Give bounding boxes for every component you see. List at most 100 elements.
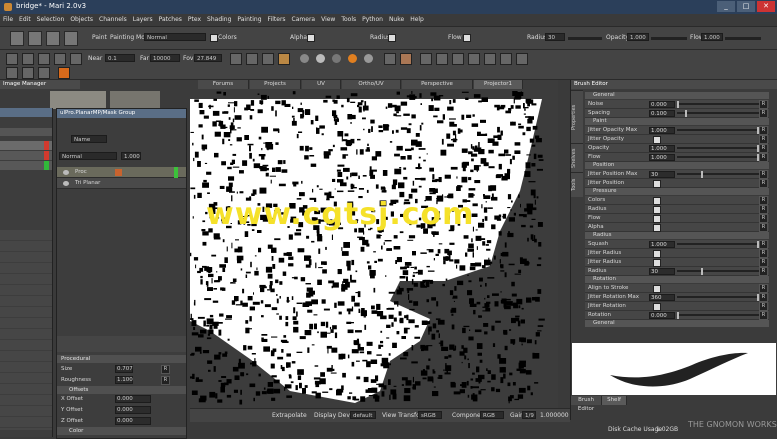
isolate-icon[interactable] [38, 67, 50, 79]
render-icon[interactable] [262, 53, 274, 65]
brush-value-input[interactable]: 0.000 [649, 312, 675, 319]
left-filter[interactable] [0, 128, 52, 136]
mari-icon[interactable] [58, 67, 70, 79]
brush-checkbox[interactable] [653, 285, 661, 293]
brush-checkbox[interactable] [653, 250, 661, 258]
menu-item-python[interactable]: Python [359, 14, 386, 26]
menu-item-tools[interactable]: Tools [338, 14, 359, 26]
reset-button[interactable]: R [759, 135, 768, 144]
reset-button[interactable]: R [759, 284, 768, 293]
reset-button[interactable]: R [759, 170, 768, 179]
reset-button[interactable]: R [759, 293, 768, 302]
radius-input[interactable]: 30 [545, 33, 565, 41]
flow-slider[interactable] [725, 37, 761, 40]
tab-projects[interactable]: Projects [250, 80, 301, 89]
reset-button[interactable]: R [759, 214, 768, 223]
brush-slider[interactable] [677, 241, 759, 248]
camera-icon[interactable] [6, 53, 18, 65]
brush-checkbox[interactable] [653, 136, 661, 144]
eye-icon[interactable] [63, 170, 69, 175]
tab-shelf[interactable]: Shelf [602, 396, 627, 405]
menu-item-layers[interactable]: Layers [130, 14, 156, 26]
maximize-button[interactable]: □ [737, 1, 755, 12]
brush-section-pressure[interactable]: Pressure [585, 188, 769, 195]
roughness-input[interactable]: 1.100 [115, 376, 133, 384]
painting-mode-select[interactable]: Normal [144, 33, 206, 41]
open-file-icon[interactable] [28, 31, 42, 46]
current-shader-icon[interactable] [348, 54, 357, 63]
reset-button[interactable]: R [759, 267, 768, 276]
export-icon[interactable] [64, 31, 78, 46]
brush-checkbox[interactable] [653, 303, 661, 311]
brush-section-rotation[interactable]: Rotation [585, 276, 769, 283]
menu-item-nuke[interactable]: Nuke [386, 14, 407, 26]
reset-button[interactable]: R [759, 240, 768, 249]
menu-item-filters[interactable]: Filters [265, 14, 289, 26]
brush-value-input[interactable]: 360 [649, 294, 675, 301]
slider-handle[interactable] [701, 268, 703, 275]
display-icon[interactable] [384, 53, 396, 65]
rotate-icon[interactable] [452, 53, 464, 65]
brush-slider[interactable] [677, 294, 759, 301]
brush-value-input[interactable]: 30 [649, 171, 675, 178]
tab-forums[interactable]: Forums [198, 80, 249, 89]
brush-slider[interactable] [677, 127, 759, 134]
reset-button[interactable]: R [759, 126, 768, 135]
flow-checkbox[interactable] [463, 34, 471, 42]
gain-input[interactable]: 1/9 [522, 411, 536, 419]
brush-slider[interactable] [677, 101, 759, 108]
blend-mode-select[interactable]: Normal [59, 152, 117, 160]
menu-item-edit[interactable]: Edit [16, 14, 34, 26]
x-offset-input[interactable]: 0.000 [115, 395, 151, 403]
brush-value-input[interactable]: 1.000 [649, 127, 675, 134]
reset-button[interactable]: R [759, 205, 768, 214]
paint-buffer-icon[interactable] [400, 53, 412, 65]
menu-item-view[interactable]: View [318, 14, 338, 26]
specular-shader-icon[interactable] [364, 54, 373, 63]
reset-button[interactable]: R [759, 311, 768, 320]
brush-checkbox[interactable] [653, 224, 661, 232]
cube-icon[interactable] [38, 53, 50, 65]
eye-icon[interactable] [6, 67, 18, 79]
basic-shader-icon[interactable] [316, 54, 325, 63]
reset-button[interactable]: R [759, 153, 768, 162]
side-tab-properties[interactable]: Properties [571, 90, 583, 143]
layer-filter-select[interactable]: Name [71, 135, 107, 143]
colors-checkbox[interactable] [210, 34, 218, 42]
menu-item-help[interactable]: Help [407, 14, 427, 26]
reset-button[interactable]: R [759, 223, 768, 232]
radius-checkbox[interactable] [388, 34, 396, 42]
reset-button[interactable]: R [759, 249, 768, 258]
save-icon[interactable] [46, 31, 60, 46]
tab-projector1[interactable]: Projector1 [474, 80, 523, 89]
transform-icon[interactable] [500, 53, 512, 65]
size-input[interactable]: 0.707 [115, 365, 133, 373]
menu-item-painting[interactable]: Painting [234, 14, 264, 26]
eye-icon[interactable] [63, 181, 69, 186]
brush-value-input[interactable]: 1.000 [649, 241, 675, 248]
menu-item-camera[interactable]: Camera [289, 14, 319, 26]
y-offset-input[interactable]: 0.000 [115, 406, 151, 414]
brush-section-general[interactable]: General [585, 320, 769, 327]
alpha-checkbox[interactable] [307, 34, 315, 42]
brush-slider[interactable] [677, 312, 759, 319]
brush-checkbox[interactable] [653, 259, 661, 267]
layer-row-tri-planar[interactable]: Tri Planar [57, 178, 186, 189]
brush-value-input[interactable]: 0.000 [649, 101, 675, 108]
brush-slider[interactable] [677, 145, 759, 152]
reset-button[interactable]: R [759, 100, 768, 109]
light-icon[interactable] [70, 53, 82, 65]
brush-section-general[interactable]: General [585, 92, 769, 99]
image-thumbnail[interactable] [50, 91, 106, 109]
viewport[interactable]: Forums Projects UV Ortho/UV Perspective Proje… [190, 80, 558, 408]
fov-input[interactable]: 27.849 [194, 54, 222, 62]
new-file-icon[interactable] [10, 31, 24, 46]
menu-item-shading[interactable]: Shading [204, 14, 234, 26]
offsets-section[interactable]: Offsets [57, 386, 186, 394]
scale-icon[interactable] [436, 53, 448, 65]
brush-value-input[interactable]: 1.000 [649, 154, 675, 161]
slider-handle[interactable] [677, 101, 679, 108]
component-select[interactable]: RGB [480, 411, 504, 419]
tab-perspective[interactable]: Perspective [402, 80, 473, 89]
brush-checkbox[interactable] [653, 197, 661, 205]
